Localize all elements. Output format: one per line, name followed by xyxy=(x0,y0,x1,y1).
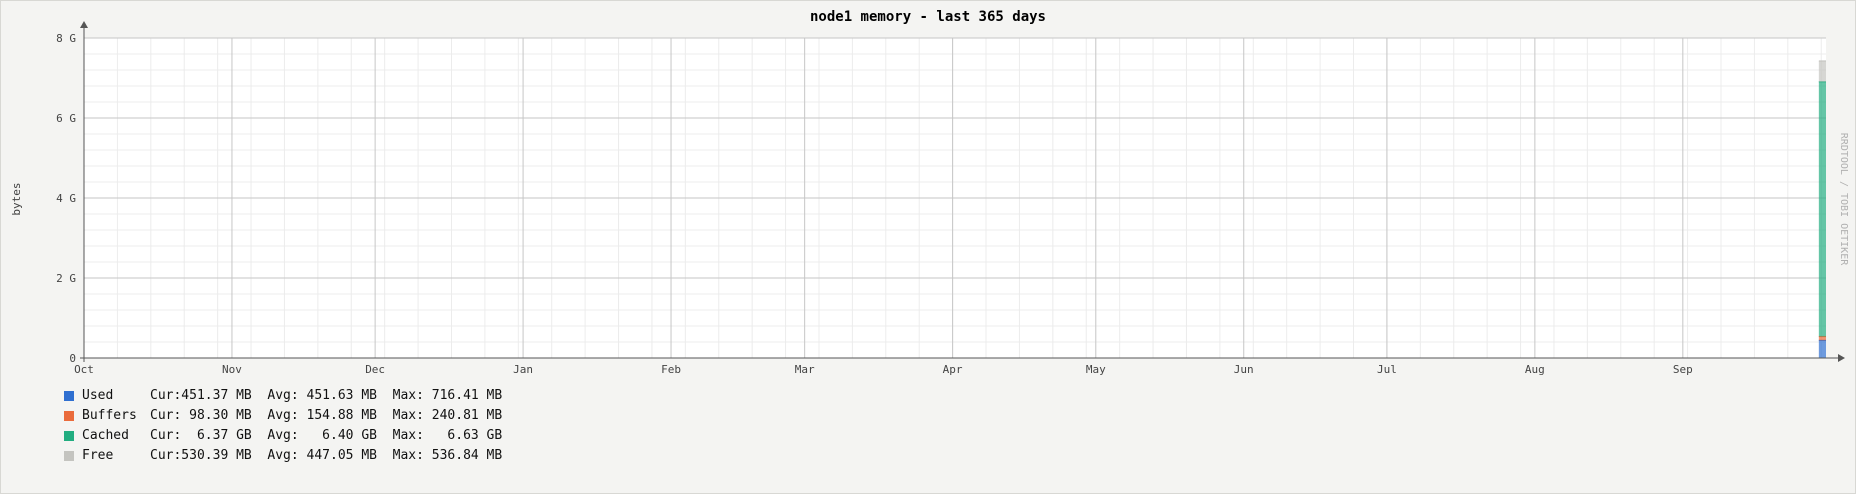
x-tick-labels: Oct Nov Dec Jan Feb Mar Apr May Jun Jul Aug Sep xyxy=(74,363,1693,376)
watermark: RRDTOOL / TOBI OETIKER xyxy=(1838,133,1849,266)
x-tick-label: Dec xyxy=(365,363,385,376)
area-cached xyxy=(1818,81,1826,337)
legend-stats: Cur:451.37 MB Avg: 451.63 MB Max: 716.41… xyxy=(150,388,503,403)
area-free xyxy=(1818,61,1826,82)
legend: Used Cur:451.37 MB Avg: 451.63 MB Max: 71… xyxy=(64,386,502,466)
x-tick-label: May xyxy=(1086,363,1106,376)
legend-item-free: Free Cur:530.39 MB Avg: 447.05 MB Max: 53… xyxy=(64,446,502,466)
x-tick-label: Oct xyxy=(74,363,94,376)
chart-title: node1 memory - last 365 days xyxy=(810,9,1046,25)
legend-swatch xyxy=(64,411,74,421)
y-tick-labels: 02 G4 G6 G8 G xyxy=(56,32,76,365)
x-tick-label: Sep xyxy=(1673,363,1693,376)
legend-swatch xyxy=(64,391,74,401)
legend-stats: Cur:530.39 MB Avg: 447.05 MB Max: 536.84… xyxy=(150,448,503,463)
legend-label: Free xyxy=(82,448,114,463)
x-tick-label: Jan xyxy=(513,363,533,376)
x-tick-label: Aug xyxy=(1525,363,1545,376)
stacked-areas xyxy=(1818,60,1826,358)
legend-label: Cached xyxy=(82,428,129,443)
x-tick-label: Nov xyxy=(222,363,242,376)
legend-item-used: Used Cur:451.37 MB Avg: 451.63 MB Max: 71… xyxy=(64,386,502,406)
legend-swatch xyxy=(64,451,74,461)
y-axis-arrow xyxy=(80,21,88,28)
y-axis-label: bytes xyxy=(10,182,23,215)
y-tick-label: 4 G xyxy=(56,192,76,205)
y-tick-label: 8 G xyxy=(56,32,76,45)
area-used xyxy=(1818,340,1826,358)
legend-label: Buffers xyxy=(82,408,137,423)
legend-label: Used xyxy=(82,388,114,403)
legend-stats: Cur: 6.37 GB Avg: 6.40 GB Max: 6.63 GB xyxy=(150,428,503,443)
x-tick-label: Mar xyxy=(795,363,815,376)
legend-swatch xyxy=(64,431,74,441)
y-tick-label: 2 G xyxy=(56,272,76,285)
legend-item-buffers: Buffers Cur: 98.30 MB Avg: 154.88 MB Max:… xyxy=(64,406,502,426)
x-tick-label: Jul xyxy=(1377,363,1397,376)
legend-stats: Cur: 98.30 MB Avg: 154.88 MB Max: 240.81… xyxy=(150,408,503,423)
x-axis-arrow xyxy=(1838,354,1845,362)
x-tick-label: Jun xyxy=(1234,363,1254,376)
x-tick-label: Feb xyxy=(661,363,681,376)
legend-item-cached: Cached Cur: 6.37 GB Avg: 6.40 GB Max: 6.6… xyxy=(64,426,502,446)
x-tick-label: Apr xyxy=(943,363,963,376)
y-tick-label: 6 G xyxy=(56,112,76,125)
